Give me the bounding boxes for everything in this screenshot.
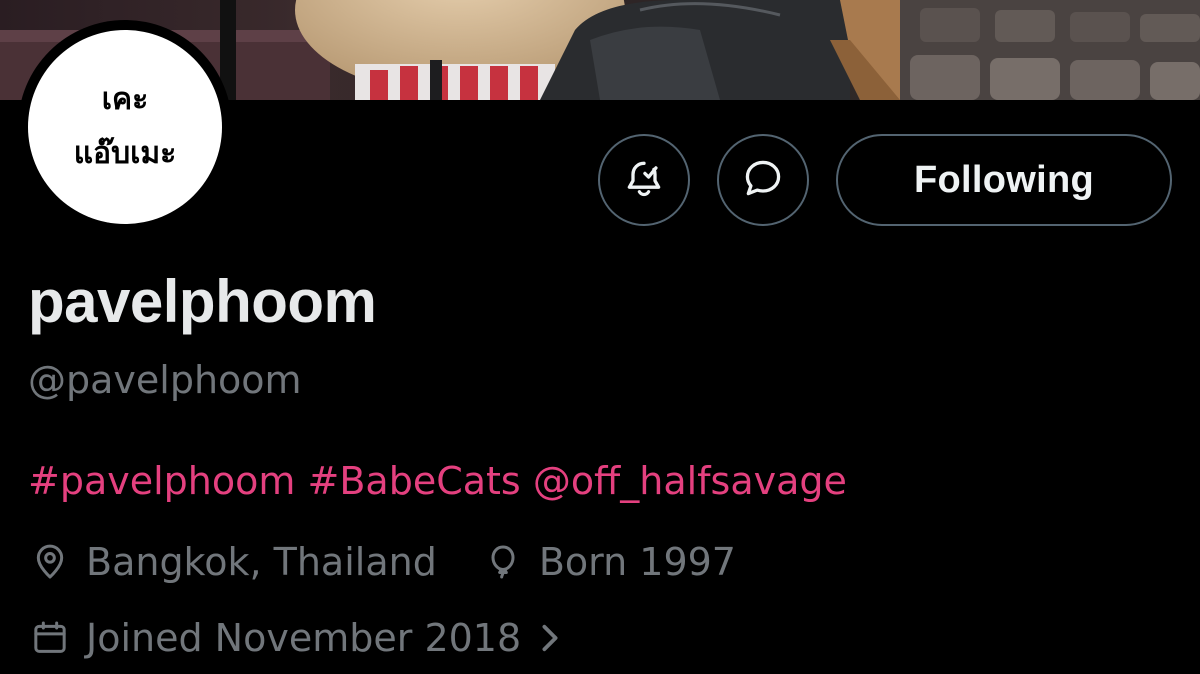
bio-hashtag-babecats[interactable]: #BabeCats [308, 459, 521, 503]
bell-check-icon [622, 156, 666, 204]
avatar-image: เคะ แอ๊บเมะ [28, 30, 222, 224]
notifications-button[interactable] [598, 134, 690, 226]
bio-mention-off-halfsavage[interactable]: @off_halfsavage [533, 459, 847, 503]
balloon-icon [481, 540, 525, 584]
chevron-right-icon[interactable] [537, 623, 563, 653]
display-name: pavelphoom [28, 268, 377, 335]
profile-avatar[interactable]: เคะ แอ๊บเมะ [18, 20, 232, 234]
avatar-text-line-2: แอ๊บเมะ [73, 136, 177, 171]
message-bubble-icon [741, 156, 785, 204]
profile-meta-row: Bangkok, Thailand Born 1997 [28, 540, 736, 584]
birth-item: Born 1997 [481, 540, 736, 584]
birth-text: Born 1997 [538, 540, 736, 584]
location-item: Bangkok, Thailand [28, 540, 437, 584]
bio-hashtag-pavelphoom[interactable]: #pavelphoom [28, 459, 295, 503]
location-text: Bangkok, Thailand [86, 540, 437, 584]
joined-text: Joined November 2018 [86, 616, 522, 660]
following-button[interactable]: Following [836, 134, 1172, 226]
location-pin-icon [28, 540, 72, 584]
message-button[interactable] [717, 134, 809, 226]
calendar-icon [28, 616, 72, 660]
joined-item: Joined November 2018 [28, 616, 563, 660]
joined-row[interactable]: Joined November 2018 [28, 616, 563, 660]
user-handle: @pavelphoom [28, 358, 302, 402]
profile-bio: #pavelphoom #BabeCats @off_halfsavage [28, 462, 847, 500]
avatar-text-line-1: เคะ [101, 82, 149, 117]
